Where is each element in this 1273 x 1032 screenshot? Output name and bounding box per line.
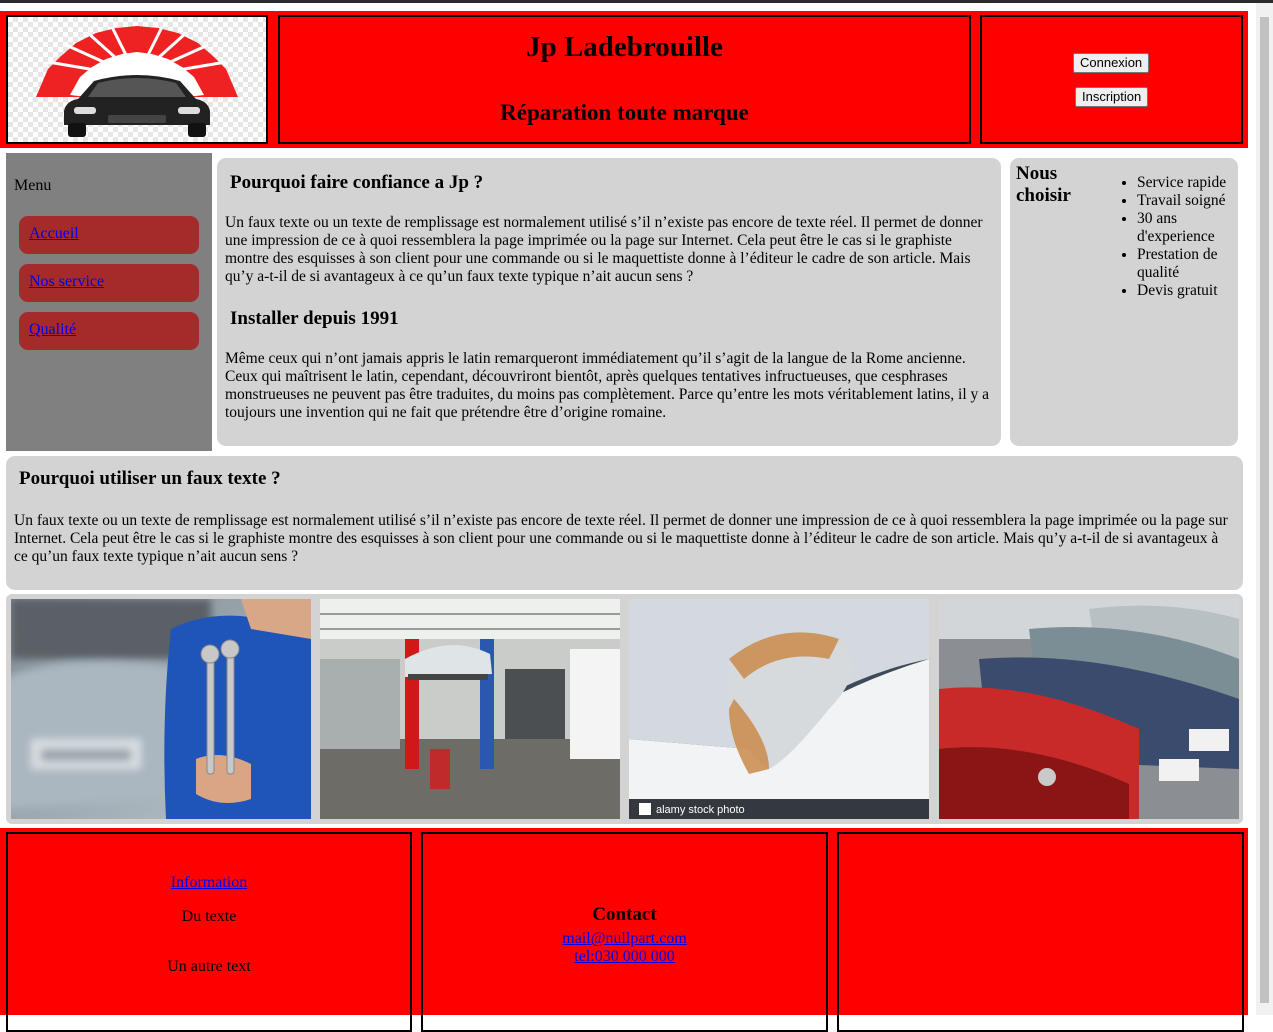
connexion-button[interactable]: Connexion — [1073, 53, 1149, 73]
section-heading: Pourquoi utiliser un faux texte ? — [19, 468, 281, 490]
article-paragraph-1: Un faux texte ou un texte de remplissage… — [225, 214, 993, 286]
faux-texte-section: Pourquoi utiliser un faux texte ? Un fau… — [6, 456, 1243, 590]
aside-title: Nous choisir — [1016, 163, 1096, 207]
window-top-border — [0, 0, 1273, 3]
list-item: Prestation de qualité — [1137, 246, 1237, 282]
list-item: 30 ans d'experience — [1137, 210, 1237, 246]
title-banner: Jp Ladebrouille Réparation toute marque — [278, 15, 971, 144]
mail-link[interactable]: mail@nullpart.com — [562, 930, 686, 947]
footer-text-2: Un autre text — [8, 958, 410, 976]
sidebar-item-qualite[interactable]: Qualité — [19, 312, 199, 350]
footer-text-1: Du texte — [8, 908, 410, 926]
garage-photo — [320, 599, 620, 819]
tel-link[interactable]: tel:030 000 000 — [574, 948, 674, 965]
scrollbar-thumb[interactable] — [1260, 17, 1269, 1003]
advantages-list: Service rapide Travail soigné 30 ans d'e… — [1119, 174, 1237, 300]
accueil-link[interactable]: Accueil — [29, 225, 79, 243]
footer-empty-column — [837, 832, 1244, 1032]
article-heading-depuis: Installer depuis 1991 — [230, 308, 399, 330]
section-paragraph: Un faux texte ou un texte de remplissage… — [14, 512, 1232, 566]
footer-info-column: Information Du texte Un autre text — [6, 832, 412, 1032]
taped-mirror-photo: alamy stock photo — [629, 599, 929, 819]
watermark-text: alamy stock photo — [656, 804, 745, 816]
information-link[interactable]: Information — [171, 874, 247, 891]
logo — [6, 15, 268, 144]
auth-panel: Connexion Inscription — [980, 15, 1243, 144]
car-logo-icon — [8, 17, 266, 142]
list-item: Devis gratuit — [1137, 282, 1237, 300]
menu-label: Menu — [14, 177, 51, 195]
sidebar-menu: Menu Accueil Nos service Qualité — [6, 153, 212, 451]
site-subtitle: Réparation toute marque — [280, 100, 969, 126]
photo-gallery: alamy stock photo — [6, 594, 1243, 824]
mechanic-photo — [11, 599, 311, 819]
article-paragraph-2: Même ceux qui n’ont jamais appris le lat… — [225, 350, 995, 422]
nos-service-link[interactable]: Nos service — [29, 273, 104, 291]
site-footer: Information Du texte Un autre text Conta… — [0, 828, 1248, 1015]
inscription-button[interactable]: Inscription — [1075, 87, 1148, 107]
site-header: Jp Ladebrouille Réparation toute marque … — [0, 11, 1248, 148]
why-choose-panel: Nous choisir Service rapide Travail soig… — [1010, 158, 1238, 446]
list-item: Travail soigné — [1137, 192, 1237, 210]
sidebar-item-accueil[interactable]: Accueil — [19, 216, 199, 254]
main-article: Pourquoi faire confiance a Jp ? Un faux … — [217, 158, 1001, 446]
contact-title: Contact — [423, 904, 826, 926]
qualite-link[interactable]: Qualité — [29, 321, 76, 339]
cars-row-photo — [939, 599, 1239, 819]
vertical-scrollbar[interactable] — [1256, 3, 1273, 1015]
list-item: Service rapide — [1137, 174, 1237, 192]
article-heading-confiance: Pourquoi faire confiance a Jp ? — [230, 172, 483, 194]
sidebar-item-nos-service[interactable]: Nos service — [19, 264, 199, 302]
footer-contact-column: Contact mail@nullpart.com tel:030 000 00… — [421, 832, 828, 1032]
site-title: Jp Ladebrouille — [280, 31, 969, 64]
